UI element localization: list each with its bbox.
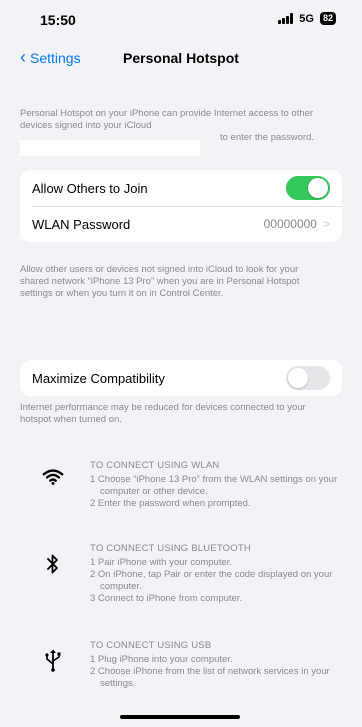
usb-step-2: 2 Choose iPhone from the list of network…: [90, 666, 330, 689]
bluetooth-heading: TO CONNECT USING BLUETOOTH: [90, 543, 251, 554]
usb-instructions: TO CONNECT USING USB 1 Plug iPhone into …: [90, 640, 342, 690]
wlan-password-label: WLAN Password: [32, 216, 131, 232]
wlan-instructions: TO CONNECT USING WLAN 1 Choose “iPhone 1…: [90, 460, 342, 510]
usb-heading: TO CONNECT USING USB: [90, 640, 212, 651]
wlan-step-1: 1 Choose “iPhone 13 Pro” from the WLAN s…: [90, 474, 338, 497]
intro-tail: to enter the password.: [220, 132, 314, 143]
battery-icon: 82: [319, 12, 336, 25]
usb-step-1: 1 Plug iPhone into your computer.: [90, 654, 233, 665]
page-title: Personal Hotspot: [123, 50, 239, 66]
wlan-password-row[interactable]: WLAN Password 00000000 >: [20, 206, 342, 242]
home-indicator[interactable]: [120, 715, 240, 719]
wifi-icon: [40, 464, 66, 490]
bluetooth-step-1: 1 Pair iPhone with your computer.: [90, 557, 233, 568]
status-right: 5G 82: [278, 12, 336, 25]
status-bar: 15:50 5G 82: [0, 0, 362, 36]
connect-usb-section: TO CONNECT USING USB 1 Plug iPhone into …: [20, 640, 342, 700]
wlan-password-value: 00000000: [263, 217, 317, 231]
chevron-right-icon: >: [322, 217, 330, 231]
allow-others-row: Allow Others to Join: [20, 170, 342, 206]
connect-bluetooth-section: TO CONNECT USING BLUETOOTH 1 Pair iPhone…: [20, 543, 342, 623]
usb-icon: [40, 648, 66, 674]
intro-text: Personal Hotspot on your iPhone can prov…: [20, 108, 314, 131]
wlan-step-2: 2 Enter the password when prompted.: [90, 498, 251, 509]
navigation-bar: ‹ Settings Personal Hotspot: [0, 44, 362, 76]
allow-others-toggle[interactable]: [286, 176, 330, 200]
wlan-heading: TO CONNECT USING WLAN: [90, 460, 220, 471]
maximize-note: Internet performance may be reduced for …: [20, 402, 306, 425]
bluetooth-step-2: 2 On iPhone, tap Pair or enter the code …: [90, 569, 333, 592]
compatibility-group: Maximize Compatibility: [20, 360, 342, 396]
intro-note: Personal Hotspot on your iPhone can prov…: [20, 108, 320, 144]
connect-wlan-section: TO CONNECT USING WLAN 1 Choose “iPhone 1…: [20, 460, 342, 530]
allow-note: Allow other users or devices not signed …: [20, 264, 300, 299]
signal-icon: [278, 13, 294, 24]
redaction-block: [20, 140, 200, 156]
bluetooth-instructions: TO CONNECT USING BLUETOOTH 1 Pair iPhone…: [90, 543, 342, 605]
hotspot-group: Allow Others to Join WLAN Password 00000…: [20, 170, 342, 242]
bluetooth-step-3: 3 Connect to iPhone from computer.: [90, 593, 243, 604]
allow-others-label: Allow Others to Join: [32, 180, 148, 196]
maximize-compatibility-label: Maximize Compatibility: [32, 370, 165, 386]
maximize-compatibility-row: Maximize Compatibility: [20, 360, 342, 396]
maximize-compatibility-toggle[interactable]: [286, 366, 330, 390]
bluetooth-icon: [40, 551, 66, 577]
network-type: 5G: [299, 12, 314, 25]
status-time: 15:50: [40, 12, 76, 28]
